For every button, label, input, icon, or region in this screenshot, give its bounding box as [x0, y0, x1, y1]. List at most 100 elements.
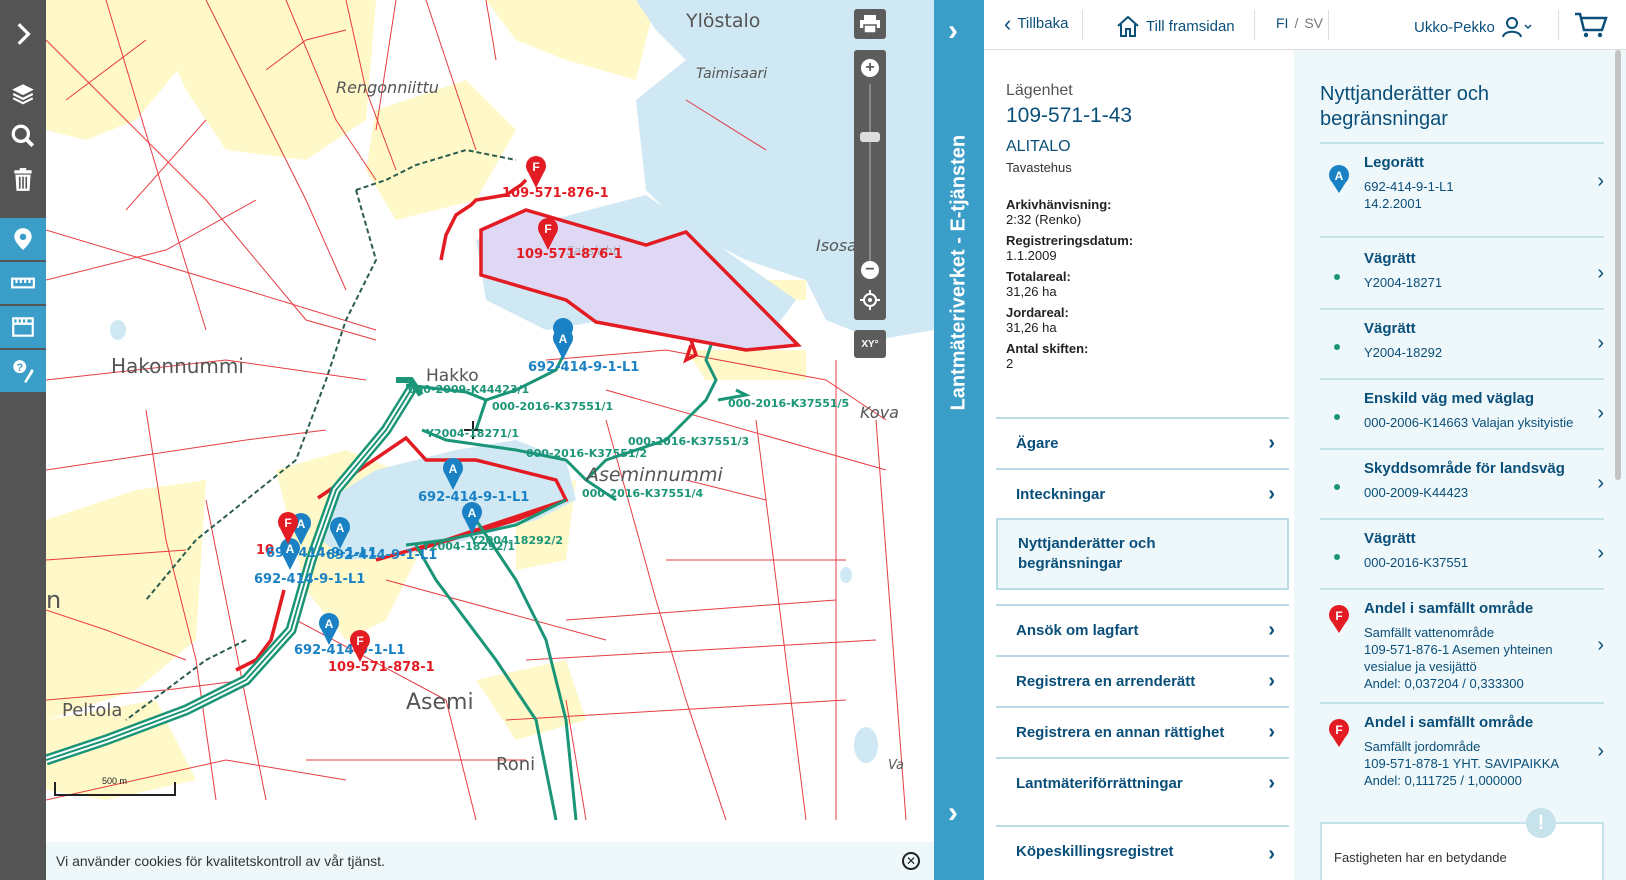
zoom-in-button[interactable]: + — [861, 59, 879, 77]
attr-key: Jordareal: — [1006, 305, 1069, 320]
scroll-thumb[interactable] — [1615, 50, 1621, 480]
search-icon[interactable] — [0, 118, 46, 154]
rights-sub: 000-2009-K44423 — [1364, 485, 1469, 500]
notice-box: Fastigheten har en betydande — [1320, 822, 1604, 880]
chevron-right-icon[interactable]: › — [948, 796, 958, 830]
language-switch: FI / SV — [1276, 15, 1323, 31]
print-button[interactable] — [854, 9, 886, 39]
samfällt-pin-icon: F — [1329, 719, 1349, 747]
rights-item[interactable]: A Legorätt 692-414-9-1-L1 14.2.2001 › — [1320, 142, 1604, 220]
menu-surveys[interactable]: Lantmäteriförrättningar › — [996, 757, 1289, 807]
samfällt-pin-icon[interactable]: F — [538, 218, 558, 250]
menu-rights[interactable]: Nyttjanderätter och begränsningar — [996, 518, 1289, 590]
property-attributes: Arkivhänvisning: 2:32 (Renko) Registreri… — [1006, 197, 1133, 371]
locate-icon[interactable] — [860, 290, 880, 310]
chevron-right-icon[interactable] — [0, 14, 46, 54]
zoom-out-button[interactable]: − — [861, 261, 879, 279]
legorätt-pin-icon[interactable]: A — [443, 458, 463, 490]
close-icon[interactable]: ✕ — [902, 852, 920, 870]
samfällt-pin-icon[interactable]: F — [526, 156, 546, 188]
lang-separator: / — [1294, 15, 1299, 31]
rights-item[interactable]: Skyddsområde för landsväg 000-2009-K4442… — [1320, 448, 1604, 518]
lang-fi[interactable]: FI — [1276, 15, 1288, 31]
menu-label: Lantmäteriförrättningar — [1016, 774, 1183, 792]
menu-label: Köpeskillingsregistret — [1016, 843, 1174, 860]
rights-sub: 000-2016-K37551 — [1364, 555, 1469, 570]
property-panel: Lägenhet 109-571-1-43 ALITALO Tavastehus… — [984, 50, 1294, 880]
legorätt-pin-icon: A — [1329, 165, 1349, 193]
service-divider: › Lantmäteriverket - E-tjänsten › — [934, 0, 984, 880]
trash-icon[interactable] — [0, 162, 46, 198]
samfällt-pin-icon[interactable]: F — [278, 512, 298, 544]
rights-name: Vägrätt — [1364, 530, 1416, 547]
menu-label: Ägare — [1016, 434, 1059, 452]
chevron-right-icon: › — [1597, 332, 1604, 354]
attr-value: 31,26 ha — [1006, 320, 1057, 335]
ruler-icon[interactable] — [0, 262, 46, 304]
user-icon — [1501, 17, 1532, 38]
map-pins: A A A A A A A F F F F — [278, 156, 574, 662]
svg-text:F: F — [1335, 723, 1342, 737]
rights-name: Enskild väg med väglag — [1364, 390, 1535, 407]
property-name: ALITALO — [1006, 138, 1071, 155]
layers-icon[interactable] — [0, 76, 46, 112]
menu-apply-title[interactable]: Ansök om lagfart › — [996, 604, 1289, 654]
back-label: Tillbaka — [1017, 15, 1069, 32]
notice-text: Fastigheten har en betydande — [1334, 850, 1507, 865]
attr-key: Registreringsdatum: — [1006, 233, 1134, 248]
warning-icon: ! — [1526, 808, 1556, 838]
svg-text:A: A — [559, 332, 568, 346]
rights-item[interactable]: Vägrätt Y2004-18292 › — [1320, 308, 1604, 378]
attr-value: 31,26 ha — [1006, 284, 1057, 299]
chevron-right-icon: › — [1597, 262, 1604, 284]
rights-item[interactable]: F Andel i samfällt område Samfällt jordo… — [1320, 702, 1604, 802]
samfällt-pin-icon[interactable]: F — [350, 630, 370, 662]
map-toolbar: ? — [0, 0, 46, 880]
zoom-track — [869, 84, 871, 264]
app: ? Ylöstalo Taimisaari Rengonniittu Isosa… — [0, 0, 1626, 880]
chevron-right-icon: › — [1268, 431, 1275, 454]
rights-sub: 692-414-9-1-L1 14.2.2001 — [1364, 179, 1454, 211]
help-icon[interactable]: ? — [0, 350, 46, 392]
rights-item[interactable]: F Andel i samfällt område Samfällt vatte… — [1320, 588, 1604, 702]
dot-icon — [1334, 414, 1340, 420]
dot-icon — [1334, 484, 1340, 490]
area-measure-icon[interactable] — [0, 306, 46, 348]
chevron-right-icon: › — [1268, 843, 1275, 865]
panel-scrollbar[interactable] — [1612, 50, 1624, 880]
attr-value: 1.1.2009 — [1006, 248, 1057, 263]
legorätt-pin-icon[interactable]: A — [280, 538, 300, 570]
chevron-right-icon: › — [1597, 472, 1604, 494]
home-button[interactable]: Till framsidan — [1116, 15, 1235, 37]
location-pin-icon[interactable] — [0, 218, 46, 260]
menu-register-lease[interactable]: Registrera en arrenderätt › — [996, 655, 1289, 705]
menu-label: Nyttjanderätter och begränsningar — [1018, 535, 1156, 572]
svg-text:?: ? — [16, 362, 23, 374]
rights-item[interactable]: Enskild väg med väglag 000-2006-K14663 V… — [1320, 378, 1604, 448]
rights-panel: Nyttjanderätter och begränsningar A Lego… — [1294, 50, 1626, 880]
attr-key: Totalareal: — [1006, 269, 1071, 284]
menu-owners[interactable]: Ägare › — [996, 417, 1289, 467]
svg-text:F: F — [544, 222, 551, 236]
coordinates-button[interactable]: XY° — [854, 330, 886, 358]
lang-sv[interactable]: SV — [1304, 15, 1323, 31]
legorätt-pin-icon[interactable]: A — [319, 613, 339, 645]
legorätt-pin-icon[interactable]: A — [553, 318, 574, 360]
back-button[interactable]: ‹ Tillbaka — [1004, 12, 1069, 34]
legorätt-pin-icon[interactable]: A — [330, 517, 350, 549]
zoom-slider-handle[interactable] — [860, 132, 880, 142]
map-canvas[interactable]: Ylöstalo Taimisaari Rengonniittu Isosaar… — [46, 0, 934, 880]
menu-mortgages[interactable]: Inteckningar › — [996, 468, 1289, 518]
menu-register-right[interactable]: Registrera en annan rättighet › — [996, 706, 1289, 756]
cart-icon[interactable] — [1574, 11, 1608, 39]
legorätt-pin-icon[interactable]: A — [462, 502, 482, 534]
attr-key: Arkivhänvisning: — [1006, 197, 1112, 212]
rights-item[interactable]: Vägrätt 000-2016-K37551 › — [1320, 518, 1604, 588]
svg-text:F: F — [1335, 609, 1342, 623]
menu-label: Registrera en arrenderätt — [1016, 672, 1196, 690]
chevron-right-icon[interactable]: › — [948, 14, 958, 48]
rights-item[interactable]: Vägrätt Y2004-18271 › — [1320, 240, 1604, 308]
rights-sub: Y2004-18271 — [1364, 275, 1443, 290]
user-menu[interactable]: Ukko-Pekko — [1414, 15, 1533, 39]
menu-price-register[interactable]: Köpeskillingsregistret › — [996, 825, 1289, 875]
